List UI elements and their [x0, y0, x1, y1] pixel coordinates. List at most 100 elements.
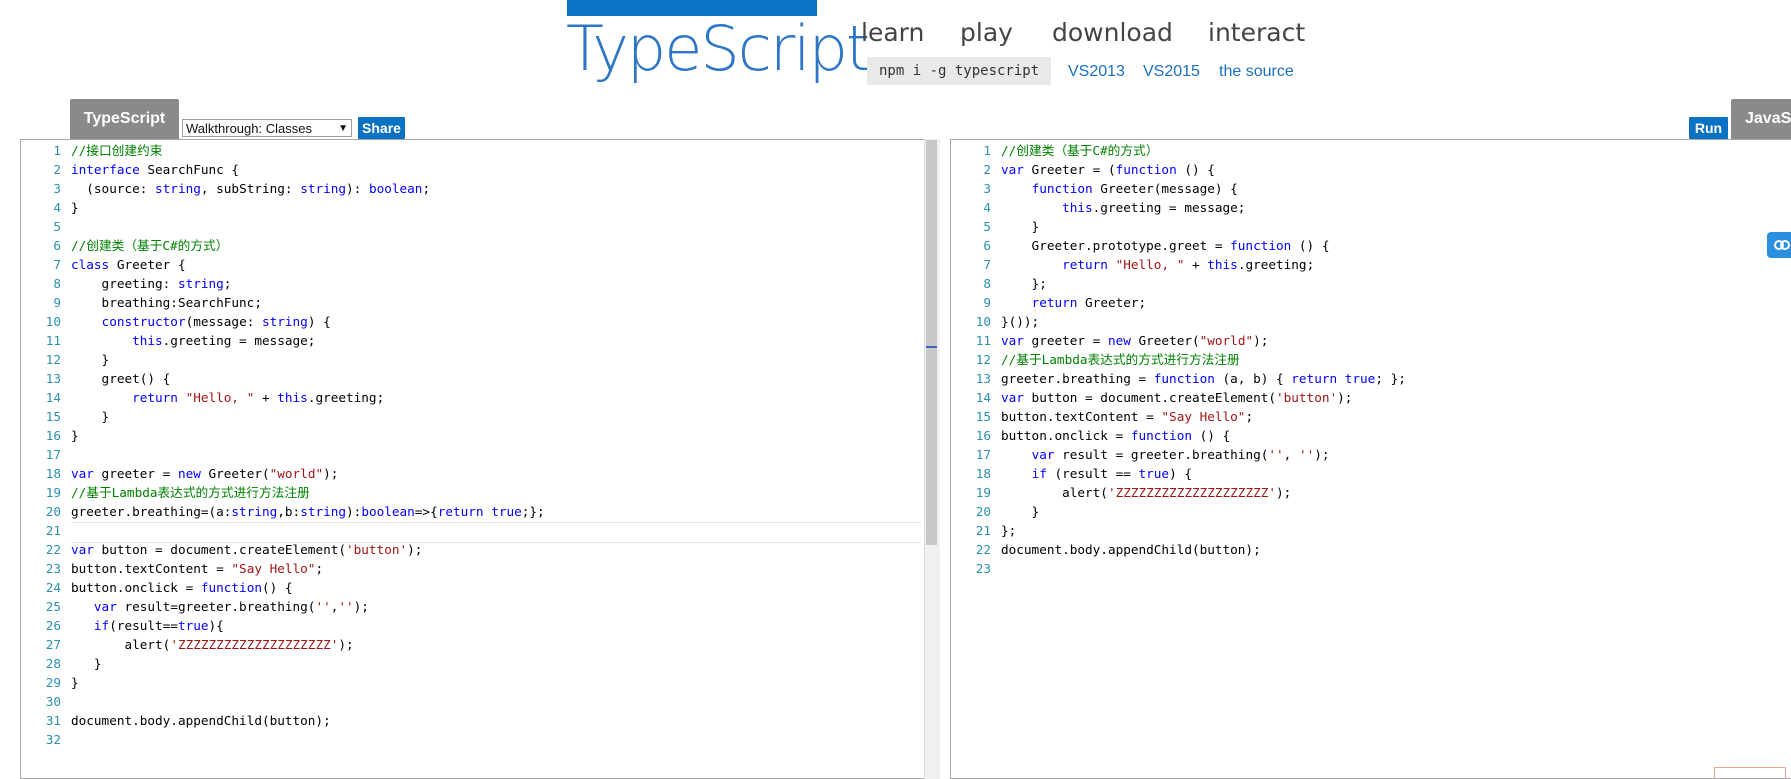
code-token: );: [1314, 447, 1330, 462]
code-token: button.onclick =: [71, 580, 201, 595]
code-line: 31 document.body.appendChild(button);: [21, 711, 939, 730]
line-number: 8: [983, 276, 991, 291]
line-number: 10: [45, 314, 61, 329]
code-token: if: [93, 618, 110, 633]
code-token: greet() {: [71, 371, 171, 386]
code-line: 4 this.greeting = message;: [951, 198, 1791, 217]
link-vs2013[interactable]: VS2013: [1068, 63, 1125, 81]
code-line: 14 var button = document.createElement('b…: [951, 388, 1791, 407]
code-line: 2 interface SearchFunc {: [21, 160, 939, 179]
code-token: ):: [346, 504, 362, 519]
code-token: var: [1001, 333, 1024, 348]
code-token: function: [1130, 428, 1192, 443]
code-token: string: [155, 181, 201, 196]
line-number: 5: [983, 219, 991, 234]
tab-typescript[interactable]: TypeScript: [70, 99, 179, 139]
code-token: .greeting = message;: [1092, 200, 1246, 215]
code-token: (message:: [185, 314, 262, 329]
code-token: true: [1344, 371, 1376, 386]
code-line: 9 breathing:SearchFunc;: [21, 293, 939, 312]
code-token: string: [300, 504, 347, 519]
code-line: 10 constructor(message: string) {: [21, 312, 939, 331]
code-token: greeter =: [1023, 333, 1108, 348]
code-line: 22 document.body.appendChild(button);: [951, 540, 1791, 559]
code-token: );: [1337, 390, 1353, 405]
code-token: //创建类（基于C#的方式）: [1001, 143, 1159, 158]
code-token: (result==: [109, 618, 178, 633]
share-label: Share: [362, 120, 401, 136]
code-token: '': [1298, 447, 1315, 462]
line-number: 28: [45, 656, 61, 671]
code-line: 8 greeting: string;: [21, 274, 939, 293]
line-number: 11: [45, 333, 61, 348]
code-token: );: [1253, 333, 1269, 348]
code-line: 2 var Greeter = (function () {: [951, 160, 1791, 179]
code-token: };: [1001, 523, 1017, 538]
nav-interact[interactable]: interact: [1208, 18, 1305, 47]
line-number: 26: [45, 618, 61, 633]
line-number: 13: [45, 371, 61, 386]
code-token: ) {: [1169, 466, 1192, 481]
code-token: function: [200, 580, 262, 595]
code-token: result = greeter.breathing(: [1054, 447, 1269, 462]
code-token: interface: [71, 162, 140, 177]
code-line: 28 }: [21, 654, 939, 673]
line-number: 11: [975, 333, 991, 348]
code-token: +: [254, 390, 278, 405]
code-line: 24 button.onclick = function() {: [21, 578, 939, 597]
code-line: 15 button.textContent = "Say Hello";: [951, 407, 1791, 426]
tab-javascript[interactable]: JavaScript: [1731, 99, 1791, 139]
code-token: boolean: [368, 181, 423, 196]
code-token: );: [1276, 485, 1292, 500]
nav-learn[interactable]: learn: [861, 18, 924, 47]
code-token: Greeter = (: [1023, 162, 1116, 177]
javascript-output-editor[interactable]: 1//创建类（基于C#的方式） 2 var Greeter = (function …: [950, 139, 1791, 779]
nav-play[interactable]: play: [960, 18, 1013, 47]
walkthrough-select[interactable]: Walkthrough: Classes ▼: [182, 119, 352, 137]
code-token: "world": [1199, 333, 1254, 348]
line-number: 30: [45, 694, 61, 709]
code-line: 7 return "Hello, " + this.greeting;: [951, 255, 1791, 274]
code-token: "world": [269, 466, 324, 481]
code-token: return: [132, 390, 178, 405]
code-line: 6 Greeter.prototype.greet = function () …: [951, 236, 1791, 255]
code-token: .greeting = message;: [162, 333, 316, 348]
code-token: .greeting;: [1237, 257, 1315, 272]
code-token: () {: [1191, 428, 1231, 443]
code-line: 13 greet() {: [21, 369, 939, 388]
code-line: 17 var result = greeter.breathing('', ''…: [951, 445, 1791, 464]
typescript-code: 1 //接口创建约束 2 interface SearchFunc {3 (sourc…: [21, 141, 939, 749]
link-source[interactable]: the source: [1219, 63, 1294, 81]
run-button[interactable]: Run: [1689, 117, 1728, 139]
code-line: 11 var greeter = new Greeter("world");: [951, 331, 1791, 350]
code-line: 18 if (result == true) {: [951, 464, 1791, 483]
code-token: Greeter(message) {: [1092, 181, 1238, 196]
line-number: 14: [45, 390, 61, 405]
code-token: var: [1001, 390, 1024, 405]
share-button[interactable]: Share: [358, 117, 405, 139]
code-token: (result ==: [1046, 466, 1139, 481]
scrollbar-thumb[interactable]: [926, 140, 937, 545]
code-token: result=greeter.breathing(: [116, 599, 316, 614]
code-token: ;: [422, 181, 431, 196]
code-token: true: [177, 618, 209, 633]
link-vs2015[interactable]: VS2015: [1143, 63, 1200, 81]
code-token: boolean: [361, 504, 415, 519]
code-token: document.body.appendChild(button);: [71, 713, 331, 728]
line-number: 22: [45, 542, 61, 557]
link-icon[interactable]: [1767, 232, 1791, 258]
code-token: (source:: [71, 181, 156, 196]
line-number: 7: [983, 257, 991, 272]
code-token: if: [1031, 466, 1047, 481]
nav-download[interactable]: download: [1052, 18, 1173, 47]
typescript-editor[interactable]: 1 //接口创建约束 2 interface SearchFunc {3 (sourc…: [20, 139, 940, 779]
code-token: string: [177, 276, 224, 291]
line-number: 29: [45, 675, 61, 690]
code-token: this: [1207, 257, 1238, 272]
line-number: 8: [53, 276, 61, 291]
code-token: }());: [1001, 314, 1040, 329]
hero-logo[interactable]: TypeScript: [566, 18, 870, 80]
